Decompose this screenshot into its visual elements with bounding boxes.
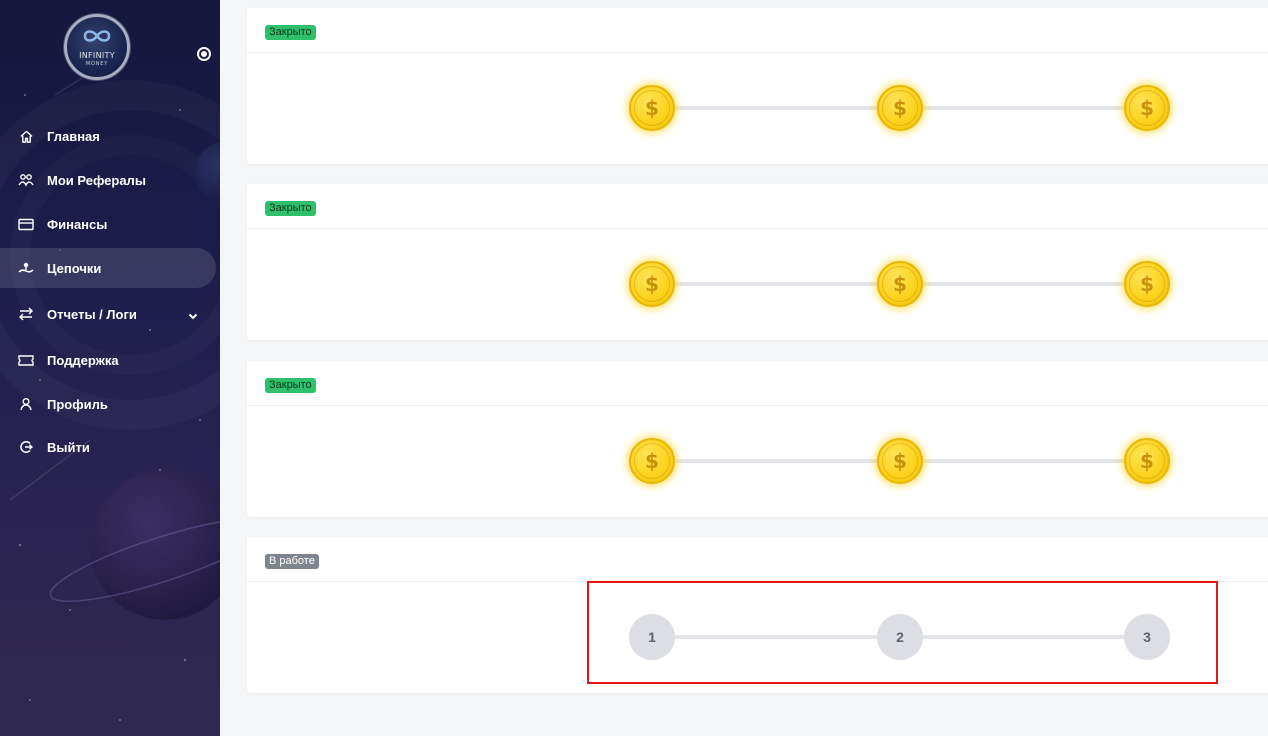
dollar-icon: $ xyxy=(645,96,659,120)
main-content: Закрыто $ $ $ Закрыто $ $ $ Закрыто $ $ … xyxy=(220,0,1268,736)
step-number[interactable]: 1 xyxy=(629,614,675,660)
sidebar-item-label: Выйти xyxy=(47,439,90,455)
chain-card: Закрыто $ $ $ xyxy=(247,184,1268,340)
transfer-icon xyxy=(18,306,34,322)
sidebar-item-label: Главная xyxy=(47,128,100,144)
dollar-icon: $ xyxy=(1140,449,1154,473)
coin-step[interactable]: $ xyxy=(629,261,675,307)
sidebar-item-home[interactable]: Главная xyxy=(0,116,216,156)
card-icon xyxy=(18,216,34,232)
logo-badge: INFINITY MONEY xyxy=(64,14,130,80)
coin-step[interactable]: $ xyxy=(1124,261,1170,307)
step-number[interactable]: 3 xyxy=(1124,614,1170,660)
sidebar-item-profile[interactable]: Профиль xyxy=(0,384,216,424)
sidebar-item-label: Отчеты / Логи xyxy=(47,306,137,322)
toggle-dot xyxy=(201,51,207,57)
sidebar-item-chains[interactable]: Цепочки xyxy=(0,248,216,288)
sidebar-item-label: Финансы xyxy=(47,216,108,232)
chain-card: В работе 1 2 3 xyxy=(247,537,1268,693)
card-header: В работе xyxy=(247,537,1268,582)
chain-card: Закрыто $ $ $ xyxy=(247,361,1268,517)
sidebar-item-support[interactable]: Поддержка xyxy=(0,340,216,380)
sidebar-item-reports[interactable]: Отчеты / Логи xyxy=(0,294,216,334)
coin-step[interactable]: $ xyxy=(877,85,923,131)
dollar-icon: $ xyxy=(645,449,659,473)
user-icon xyxy=(18,396,34,412)
dollar-icon: $ xyxy=(893,449,907,473)
card-header: Закрыто xyxy=(247,184,1268,229)
chevron-down-icon[interactable] xyxy=(188,308,198,323)
logo[interactable]: INFINITY MONEY xyxy=(64,14,130,80)
logo-title: INFINITY xyxy=(79,51,115,60)
referrals-icon xyxy=(18,172,34,188)
status-badge: Закрыто xyxy=(265,201,316,216)
sidebar-item-label: Мои Рефералы xyxy=(47,172,146,188)
sidebar-item-label: Профиль xyxy=(47,396,108,412)
coin-step[interactable]: $ xyxy=(877,438,923,484)
coin-step[interactable]: $ xyxy=(629,85,675,131)
sidebar-item-label: Цепочки xyxy=(47,260,102,276)
sidebar-item-referrals[interactable]: Мои Рефералы xyxy=(0,160,216,200)
sidebar-item-label: Поддержка xyxy=(47,352,119,368)
coin-step[interactable]: $ xyxy=(877,261,923,307)
card-header: Закрыто xyxy=(247,8,1268,53)
chain-steps: 1 2 3 xyxy=(247,582,1268,692)
logo-subtitle: MONEY xyxy=(85,61,109,67)
home-icon xyxy=(18,128,34,144)
dollar-icon: $ xyxy=(1140,96,1154,120)
sidebar-item-finance[interactable]: Финансы xyxy=(0,204,216,244)
ticket-icon xyxy=(18,352,34,368)
chain-steps: $ $ $ xyxy=(247,229,1268,339)
status-badge: В работе xyxy=(265,554,319,569)
sidebar-toggle[interactable] xyxy=(197,47,211,61)
card-header: Закрыто xyxy=(247,361,1268,406)
chain-steps: $ $ $ xyxy=(247,406,1268,516)
infinity-icon xyxy=(83,30,111,42)
coin-step[interactable]: $ xyxy=(1124,85,1170,131)
status-badge: Закрыто xyxy=(265,378,316,393)
status-badge: Закрыто xyxy=(265,25,316,40)
chain-steps: $ $ $ xyxy=(247,53,1268,163)
sidebar-item-logout[interactable]: Выйти xyxy=(0,427,216,467)
chain-card: Закрыто $ $ $ xyxy=(247,8,1268,164)
dollar-icon: $ xyxy=(645,272,659,296)
step-number[interactable]: 2 xyxy=(877,614,923,660)
dollar-icon: $ xyxy=(893,272,907,296)
chain-icon xyxy=(18,260,34,276)
dollar-icon: $ xyxy=(1140,272,1154,296)
coin-step[interactable]: $ xyxy=(629,438,675,484)
dollar-icon: $ xyxy=(893,96,907,120)
sidebar: INFINITY MONEY Главная Мои Рефералы Фина… xyxy=(0,0,220,736)
logout-icon xyxy=(18,439,34,455)
coin-step[interactable]: $ xyxy=(1124,438,1170,484)
